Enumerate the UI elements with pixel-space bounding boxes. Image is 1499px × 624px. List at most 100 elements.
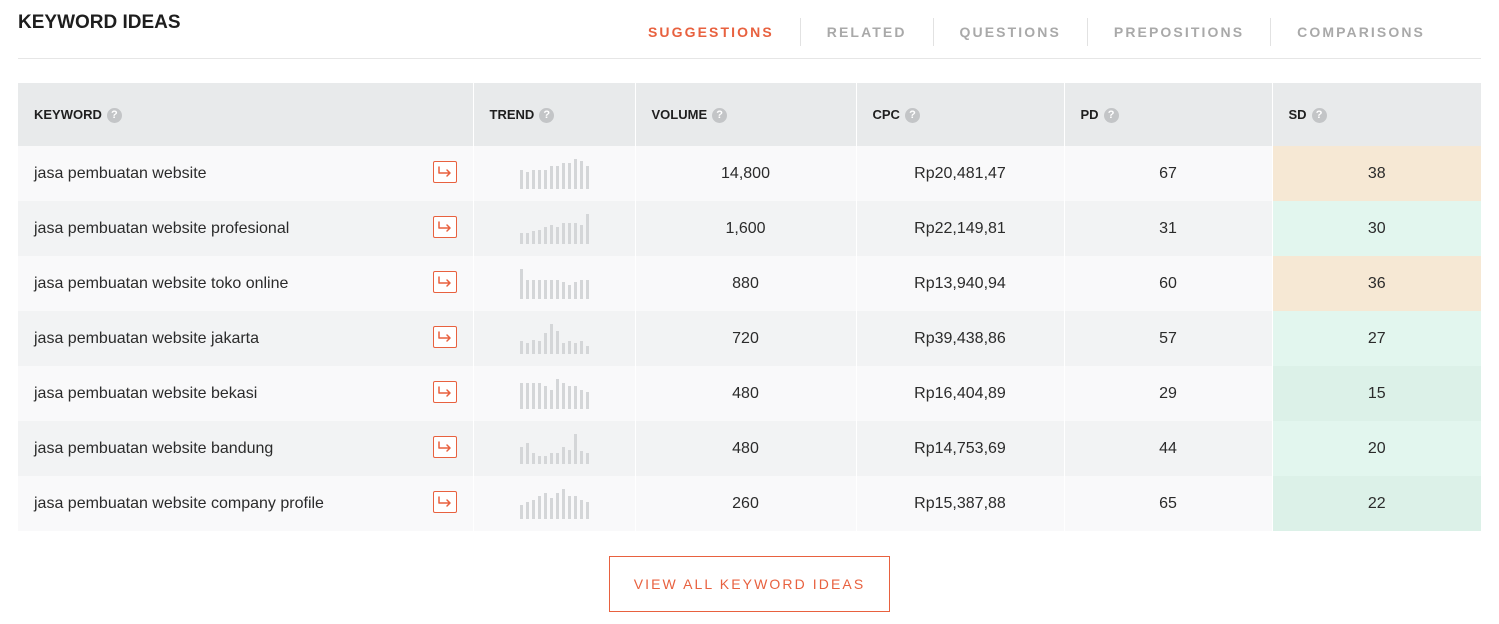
trend-cell <box>473 201 636 256</box>
trend-bar <box>525 279 529 299</box>
trend-bar <box>561 222 565 244</box>
trend-cell <box>473 256 636 311</box>
keyword-table-container: KEYWORD? TREND? VOLUME? CPC? PD? SD? jas… <box>18 83 1481 531</box>
tab-comparisons[interactable]: COMPARISONS <box>1270 18 1451 46</box>
trend-bar <box>555 226 559 244</box>
trend-bar <box>579 279 583 299</box>
trend-bar <box>579 160 583 189</box>
sd-cell: 27 <box>1272 311 1481 366</box>
trend-bar <box>537 455 541 464</box>
trend-sparkline <box>519 268 589 299</box>
pd-cell: 65 <box>1064 476 1273 531</box>
keyword-text[interactable]: jasa pembuatan website <box>34 165 207 183</box>
keyword-table: KEYWORD? TREND? VOLUME? CPC? PD? SD? jas… <box>18 83 1481 531</box>
trend-bar <box>579 389 583 409</box>
volume-cell: 480 <box>635 421 857 476</box>
trend-sparkline <box>519 433 589 464</box>
column-cpc[interactable]: CPC? <box>856 83 1065 146</box>
tab-related[interactable]: RELATED <box>799 18 933 46</box>
keyword-text[interactable]: jasa pembuatan website bandung <box>34 440 273 458</box>
trend-cell <box>473 311 636 366</box>
tab-bar: SUGGESTIONS RELATED QUESTIONS PREPOSITIO… <box>622 18 1451 46</box>
volume-cell: 1,600 <box>635 201 857 256</box>
trend-bar <box>543 332 547 354</box>
column-label: SD <box>1288 106 1307 122</box>
pd-cell: 31 <box>1064 201 1273 256</box>
trend-bar <box>555 492 559 519</box>
trend-bar <box>531 230 535 244</box>
keyword-text[interactable]: jasa pembuatan website company profile <box>34 495 324 513</box>
trend-bar <box>555 452 559 464</box>
tab-questions[interactable]: QUESTIONS <box>932 18 1087 46</box>
trend-bar <box>525 442 529 464</box>
keyword-cell: jasa pembuatan website toko online <box>18 256 474 311</box>
help-icon[interactable]: ? <box>1311 107 1327 123</box>
open-keyword-icon[interactable] <box>432 436 457 458</box>
trend-bar <box>543 226 547 244</box>
trend-sparkline <box>519 378 589 409</box>
cpc-cell: Rp22,149,81 <box>856 201 1065 256</box>
trend-bar <box>543 492 547 519</box>
sd-cell: 30 <box>1272 201 1481 256</box>
trend-bar <box>525 382 529 409</box>
help-icon[interactable]: ? <box>904 107 920 123</box>
column-trend[interactable]: TREND? <box>473 83 636 146</box>
open-keyword-icon[interactable] <box>432 326 457 348</box>
trend-bar <box>537 340 541 354</box>
pd-cell: 29 <box>1064 366 1273 421</box>
column-pd[interactable]: PD? <box>1064 83 1273 146</box>
trend-bar <box>543 279 547 299</box>
trend-bar <box>537 382 541 409</box>
trend-bar <box>549 389 553 409</box>
column-sd[interactable]: SD? <box>1272 83 1481 146</box>
volume-cell: 480 <box>635 366 857 421</box>
help-icon[interactable]: ? <box>1103 107 1119 123</box>
trend-bar <box>585 279 589 299</box>
column-label: VOLUME <box>651 106 708 122</box>
column-volume[interactable]: VOLUME? <box>635 83 857 146</box>
trend-bar <box>525 501 529 519</box>
view-all-keyword-ideas-button[interactable]: VIEW ALL KEYWORD IDEAS <box>609 556 890 612</box>
trend-bar <box>561 382 565 409</box>
column-label: TREND <box>489 106 535 122</box>
trend-bar <box>573 495 577 519</box>
open-keyword-icon[interactable] <box>432 491 457 513</box>
sd-cell: 38 <box>1272 146 1481 201</box>
open-keyword-icon[interactable] <box>432 381 457 403</box>
trend-bar <box>519 504 523 519</box>
trend-bar <box>585 165 589 189</box>
open-keyword-icon[interactable] <box>432 271 457 293</box>
tab-suggestions[interactable]: SUGGESTIONS <box>622 18 800 46</box>
pd-cell: 67 <box>1064 146 1273 201</box>
help-icon[interactable]: ? <box>539 107 555 123</box>
open-keyword-icon[interactable] <box>432 161 457 183</box>
keyword-text[interactable]: jasa pembuatan website jakarta <box>34 330 259 348</box>
column-keyword[interactable]: KEYWORD? <box>18 83 474 146</box>
keyword-text[interactable]: jasa pembuatan website bekasi <box>34 385 257 403</box>
trend-bar <box>519 340 523 354</box>
open-keyword-icon[interactable] <box>432 216 457 238</box>
trend-bar <box>585 501 589 519</box>
trend-bar <box>555 378 559 409</box>
trend-bar <box>567 385 571 409</box>
column-label: CPC <box>872 106 900 122</box>
trend-bar <box>525 232 529 244</box>
trend-bar <box>543 169 547 189</box>
trend-bar <box>585 391 589 409</box>
trend-bar <box>561 162 565 189</box>
keyword-text[interactable]: jasa pembuatan website profesional <box>34 220 289 238</box>
trend-bar <box>573 222 577 244</box>
keyword-text[interactable]: jasa pembuatan website toko online <box>34 275 288 293</box>
keyword-cell: jasa pembuatan website <box>18 146 474 201</box>
trend-bar <box>573 433 577 464</box>
pd-cell: 60 <box>1064 256 1273 311</box>
trend-bar <box>531 452 535 464</box>
help-icon[interactable]: ? <box>106 107 122 123</box>
help-icon[interactable]: ? <box>712 107 728 123</box>
trend-bar <box>537 169 541 189</box>
sd-cell: 36 <box>1272 256 1481 311</box>
tab-prepositions[interactable]: PREPOSITIONS <box>1086 18 1270 46</box>
trend-bar <box>585 452 589 464</box>
cpc-cell: Rp16,404,89 <box>856 366 1065 421</box>
trend-bar <box>579 340 583 354</box>
